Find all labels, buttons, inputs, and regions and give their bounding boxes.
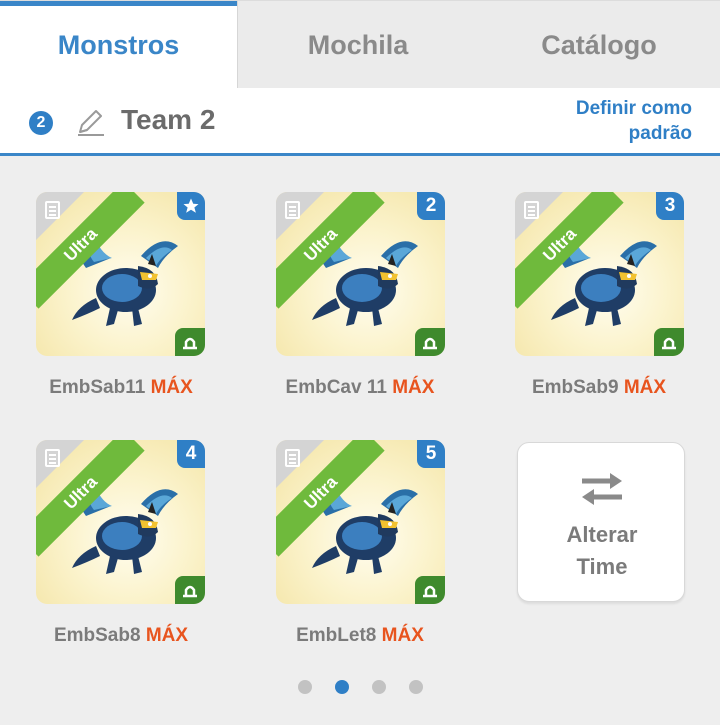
page-dot-4[interactable] [409, 680, 423, 694]
slot-badge: 4 [177, 440, 205, 468]
slot-badge [177, 192, 205, 220]
monster-name: EmbCav 11 [285, 377, 387, 398]
pencil-icon[interactable] [74, 108, 106, 138]
monster-name: EmbSab11 [49, 377, 146, 398]
monster-card-2[interactable]: Ultra 2 [276, 192, 445, 356]
slot-badge: 2 [417, 192, 445, 220]
monster-name: EmbSab8 [53, 625, 141, 646]
notes-icon[interactable] [45, 449, 60, 467]
monster-card-1[interactable]: Ultra [36, 192, 205, 356]
star-icon [183, 198, 199, 213]
change-team-label: Alterar Time [518, 519, 686, 583]
monster-card-3[interactable]: Ultra 3 [515, 192, 684, 356]
monster-label-5: EmbLet8 MÁX [260, 625, 460, 647]
notes-icon[interactable] [45, 201, 60, 219]
monster-card-4[interactable]: Ultra 4 [36, 440, 205, 604]
tab-catalogo[interactable]: Catálogo [478, 1, 720, 89]
monster-label-4: EmbSab8 MÁX [21, 625, 221, 647]
max-level-badge: MÁX [392, 377, 435, 398]
element-icon [415, 328, 445, 356]
slot-badge: 5 [417, 440, 445, 468]
notes-icon[interactable] [285, 201, 300, 219]
change-team-line1: Alterar [566, 522, 638, 547]
set-default-label-line1: Definir como [575, 98, 692, 119]
swap-arrows-icon [582, 473, 622, 505]
monster-label-1: EmbSab11 MÁX [21, 377, 221, 399]
max-level-badge: MÁX [381, 625, 424, 646]
monster-label-3: EmbSab9 MÁX [499, 377, 699, 399]
change-team-button[interactable]: Alterar Time [517, 442, 685, 602]
element-icon [175, 328, 205, 356]
team-number-badge: 2 [29, 111, 53, 135]
max-level-badge: MÁX [623, 377, 667, 398]
slot-badge: 3 [656, 192, 684, 220]
tab-mochila[interactable]: Mochila [238, 1, 478, 89]
set-default-label-line2: padrão [628, 123, 692, 144]
monster-card-5[interactable]: Ultra 5 [276, 440, 445, 604]
tab-bar: Monstros Mochila Catálogo [0, 0, 720, 89]
page-dot-3[interactable] [372, 680, 386, 694]
monster-label-2: EmbCav 11 MÁX [260, 377, 460, 399]
max-level-badge: MÁX [150, 377, 193, 398]
element-icon [175, 576, 205, 604]
element-icon [415, 576, 445, 604]
monster-name: EmbSab9 [531, 377, 619, 398]
tab-monstros[interactable]: Monstros [0, 1, 238, 89]
notes-icon[interactable] [285, 449, 300, 467]
page-dot-2[interactable] [335, 680, 349, 694]
monster-name: EmbLet8 [296, 625, 377, 646]
page-dot-1[interactable] [298, 680, 312, 694]
set-default-button[interactable]: Definir como padrão [492, 96, 692, 146]
change-team-line2: Time [576, 554, 628, 579]
notes-icon[interactable] [524, 201, 539, 219]
team-name: Team 2 [121, 104, 216, 135]
page-indicator [298, 680, 423, 694]
max-level-badge: MÁX [145, 625, 189, 646]
element-icon [654, 328, 684, 356]
